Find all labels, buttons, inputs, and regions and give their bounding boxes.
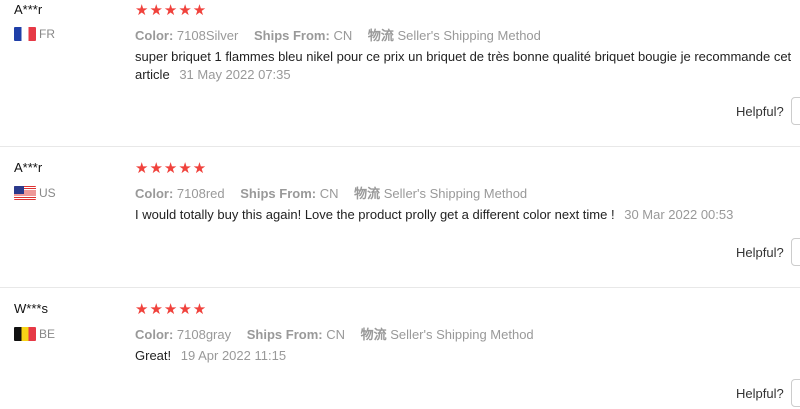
shipping-method-label: 物流: [354, 186, 381, 201]
review-meta: Color: 7108gray Ships From: CN 物流 Seller…: [135, 324, 534, 343]
star-rating: ★★★★★: [135, 160, 208, 177]
reviewer-country: FR: [14, 27, 55, 41]
color-value: 7108red: [176, 186, 225, 201]
shipping-method-label: 物流: [360, 327, 387, 342]
review-text-block: I would totally buy this again! Love the…: [135, 206, 800, 224]
review-item: A***r FR ★★★★★ Color: 7108Silver Ships F…: [0, 0, 800, 147]
color-value: 7108gray: [176, 327, 232, 342]
shipping-method-label: 物流: [367, 28, 394, 43]
color-value: 7108Silver: [176, 28, 239, 43]
review-meta: Color: 7108red Ships From: CN 物流 Seller'…: [135, 183, 527, 202]
review-text: I would totally buy this again! Love the…: [135, 207, 615, 222]
star-rating: ★★★★★: [135, 2, 208, 19]
shipping-method-value: Seller's Shipping Method: [390, 327, 534, 342]
ships-from-value: CN: [326, 327, 345, 342]
review-date: 30 Mar 2022 00:53: [624, 207, 734, 222]
review-date: 31 May 2022 07:35: [179, 67, 291, 82]
helpful-label: Helpful?: [736, 386, 784, 401]
helpful-label: Helpful?: [736, 104, 784, 119]
review-text-block: super briquet 1 flammes bleu nikel pour …: [135, 48, 800, 84]
star-rating: ★★★★★: [135, 301, 208, 318]
helpful-button[interactable]: [791, 379, 800, 407]
shipping-method-value: Seller's Shipping Method: [397, 28, 541, 43]
review-item: W***s BE ★★★★★ Color: 7108gray Ships Fro…: [0, 288, 800, 409]
country-code: BE: [39, 327, 56, 341]
ships-from-label: Ships From:: [240, 186, 317, 201]
flag-us-icon: [14, 186, 36, 200]
color-label: Color:: [135, 28, 174, 43]
reviewer-country: US: [14, 186, 56, 200]
ships-from-value: CN: [319, 186, 339, 201]
review-text: Great!: [135, 348, 172, 363]
ships-from-label: Ships From:: [246, 327, 323, 342]
review-meta: Color: 7108Silver Ships From: CN 物流 Sell…: [135, 25, 541, 44]
shipping-method-value: Seller's Shipping Method: [383, 186, 528, 201]
color-label: Color:: [135, 327, 174, 342]
helpful-label: Helpful?: [736, 245, 784, 260]
ships-from-label: Ships From:: [253, 28, 330, 43]
review-text-block: Great! 19 Apr 2022 11:15: [135, 347, 800, 365]
ships-from-value: CN: [333, 28, 353, 43]
flag-be-icon: [14, 327, 36, 341]
reviewer-name: A***r: [14, 2, 43, 17]
country-code: US: [39, 186, 56, 200]
flag-fr-icon: [14, 27, 36, 41]
reviewer-name: A***r: [14, 160, 43, 175]
reviewer-country: BE: [14, 327, 55, 341]
review-date: 19 Apr 2022 11:15: [180, 348, 287, 363]
color-label: Color:: [135, 186, 174, 201]
helpful-button[interactable]: [791, 97, 800, 125]
reviewer-name: W***s: [14, 301, 48, 316]
helpful-button[interactable]: [791, 238, 800, 266]
country-code: FR: [39, 27, 55, 41]
review-item: A***r US ★★★★★ Color: 7108red Ships From…: [0, 147, 800, 288]
